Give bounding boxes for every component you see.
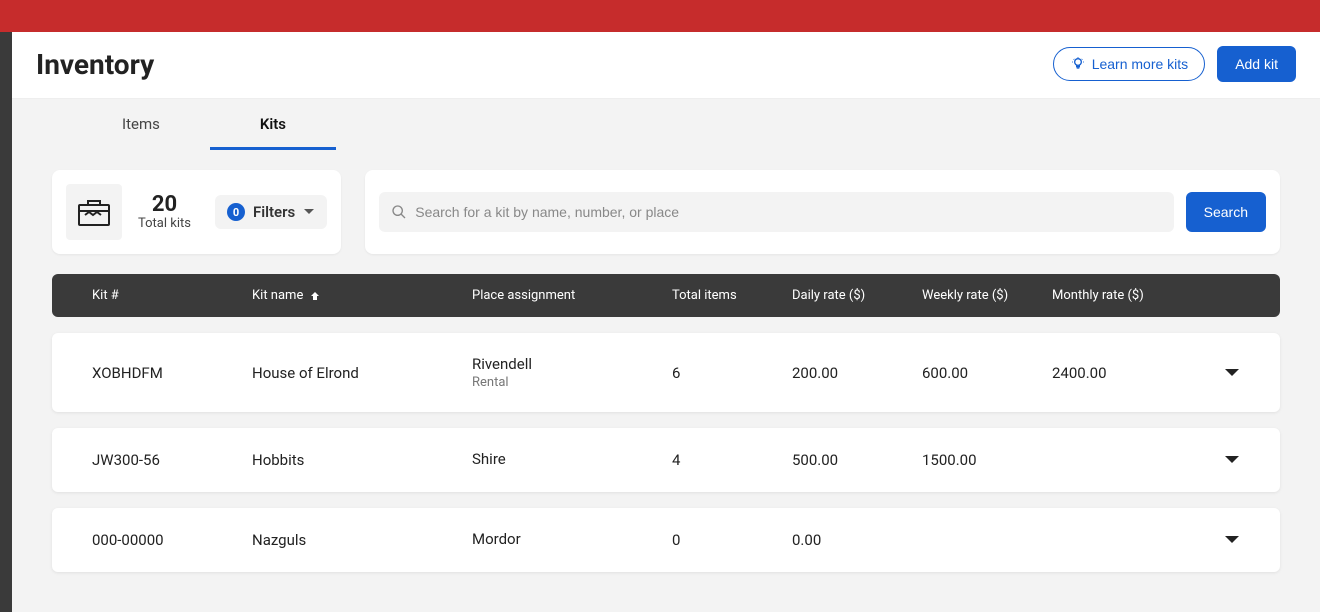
cell-daily-rate: 500.00 xyxy=(792,451,922,469)
cell-monthly-rate: 2400.00 xyxy=(1052,364,1202,382)
column-total-items[interactable]: Total items xyxy=(672,288,792,303)
page-title: Inventory xyxy=(36,48,154,81)
search-card: Search xyxy=(365,170,1280,254)
learn-more-kits-button[interactable]: Learn more kits xyxy=(1053,47,1205,81)
expand-row-button[interactable] xyxy=(1202,535,1262,545)
left-sidebar-gutter xyxy=(0,32,12,612)
add-kit-button[interactable]: Add kit xyxy=(1217,46,1296,82)
filters-count-badge: 0 xyxy=(227,203,245,221)
cell-kit-name: Nazguls xyxy=(252,531,472,549)
filters-label: Filters xyxy=(253,203,295,221)
sort-ascending-icon xyxy=(309,290,321,302)
total-kits-count: 20 xyxy=(138,194,191,216)
column-place-assignment[interactable]: Place assignment xyxy=(472,288,672,303)
table-row[interactable]: XOBHDFM House of Elrond Rivendell Rental… xyxy=(52,333,1280,412)
tab-items[interactable]: Items xyxy=(72,99,210,150)
column-kit-name-label: Kit name xyxy=(252,288,303,303)
column-kit-name[interactable]: Kit name xyxy=(252,288,472,303)
table-row[interactable]: 000-00000 Nazguls Mordor 0 0.00 xyxy=(52,508,1280,572)
column-monthly-rate[interactable]: Monthly rate ($) xyxy=(1052,288,1202,303)
cell-place-name: Mordor xyxy=(472,530,672,548)
cell-kit-number: XOBHDFM xyxy=(92,364,252,382)
column-weekly-rate[interactable]: Weekly rate ($) xyxy=(922,288,1052,303)
cell-kit-number: JW300-56 xyxy=(92,451,252,469)
column-kit-number[interactable]: Kit # xyxy=(92,288,252,303)
cell-place: Mordor xyxy=(472,530,672,550)
lightbulb-icon xyxy=(1070,56,1086,72)
search-icon xyxy=(391,204,407,220)
tabs: Items Kits xyxy=(12,99,1320,150)
total-kits-label: Total kits xyxy=(138,216,191,231)
cell-weekly-rate: 600.00 xyxy=(922,364,1052,382)
top-banner xyxy=(0,0,1320,32)
expand-row-button[interactable] xyxy=(1202,368,1262,378)
cell-daily-rate: 0.00 xyxy=(792,531,922,549)
cell-total-items: 4 xyxy=(672,451,792,469)
kit-icon xyxy=(66,184,122,240)
cell-place-name: Shire xyxy=(472,450,672,468)
cell-kit-name: Hobbits xyxy=(252,451,472,469)
cell-daily-rate: 200.00 xyxy=(792,364,922,382)
cell-kit-number: 000-00000 xyxy=(92,531,252,549)
learn-more-label: Learn more kits xyxy=(1092,56,1188,72)
kits-table: Kit # Kit name Place assignment Total it… xyxy=(12,254,1320,612)
column-daily-rate[interactable]: Daily rate ($) xyxy=(792,288,922,303)
filters-button[interactable]: 0 Filters xyxy=(215,195,327,229)
cell-kit-name: House of Elrond xyxy=(252,364,472,382)
page-header: Inventory Learn more kits Add kit xyxy=(12,32,1320,99)
cell-total-items: 0 xyxy=(672,531,792,549)
cell-place: Shire xyxy=(472,450,672,470)
chevron-down-icon xyxy=(303,208,315,216)
search-input[interactable] xyxy=(415,204,1161,220)
summary-card: 20 Total kits 0 Filters xyxy=(52,170,341,254)
cell-place-name: Rivendell xyxy=(472,355,672,373)
search-button[interactable]: Search xyxy=(1186,192,1266,232)
table-row[interactable]: JW300-56 Hobbits Shire 4 500.00 1500.00 xyxy=(52,428,1280,492)
expand-row-button[interactable] xyxy=(1202,455,1262,465)
cell-place-sub: Rental xyxy=(472,375,672,390)
cell-weekly-rate: 1500.00 xyxy=(922,451,1052,469)
cell-total-items: 6 xyxy=(672,364,792,382)
search-input-wrap[interactable] xyxy=(379,192,1173,232)
table-header: Kit # Kit name Place assignment Total it… xyxy=(52,274,1280,317)
cell-place: Rivendell Rental xyxy=(472,355,672,390)
tab-kits[interactable]: Kits xyxy=(210,99,336,150)
